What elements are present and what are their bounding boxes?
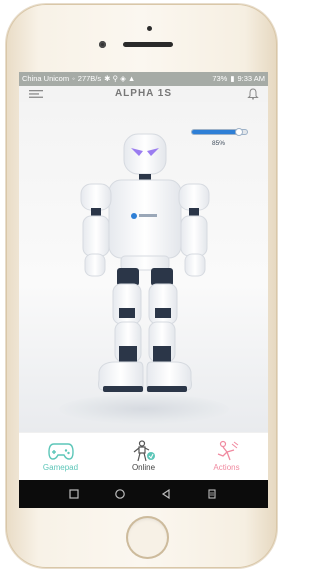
battery-icon: ▮	[230, 74, 235, 83]
nav-gamepad-label: Gamepad	[42, 463, 79, 472]
status-bar: China Unicom ◦ 277B/s ✱ ⚲ ◈ ▲ 73% ▮ 9:33…	[19, 72, 268, 86]
home-button[interactable]	[126, 516, 169, 559]
signal-icon: ◦	[72, 74, 75, 83]
online-robot-icon	[133, 440, 155, 462]
nav-actions[interactable]: Actions	[185, 433, 268, 481]
nav-gamepad[interactable]: Gamepad	[19, 433, 102, 481]
carrier-label: China Unicom	[22, 74, 70, 83]
nav-actions-label: Actions	[213, 463, 240, 472]
page-title: ALPHA 1S	[114, 88, 173, 99]
actions-icon	[217, 440, 238, 461]
robot-battery-percent: 85%	[212, 140, 226, 147]
nav-online-label: Online	[131, 463, 156, 472]
clock: 9:33 AM	[237, 74, 265, 83]
front-sensor-dot	[147, 26, 152, 31]
app-header: ALPHA 1S	[19, 86, 268, 102]
front-camera	[99, 41, 106, 48]
system-nav-bar	[19, 480, 268, 508]
menu-icon[interactable]	[29, 90, 43, 98]
gamepad-icon	[47, 443, 74, 460]
robot-view: 85%	[19, 102, 268, 432]
robot-image[interactable]	[55, 128, 235, 418]
bottom-nav: Gamepad Online Actions	[19, 432, 268, 481]
battery-percent-status: 73%	[212, 74, 228, 83]
back-triangle-icon[interactable]	[160, 488, 172, 500]
earpiece-speaker	[123, 42, 173, 47]
circle-icon[interactable]	[114, 488, 126, 500]
bell-icon[interactable]	[247, 88, 259, 100]
network-speed: 277B/s	[77, 74, 102, 83]
square-icon[interactable]	[68, 488, 80, 500]
menu-icon[interactable]	[206, 488, 218, 500]
app-screen: China Unicom ◦ 277B/s ✱ ⚲ ◈ ▲ 73% ▮ 9:33…	[19, 72, 268, 508]
nav-online[interactable]: Online	[102, 433, 185, 481]
status-icons: ✱ ⚲ ◈ ▲	[104, 74, 136, 83]
robot-battery-fill	[192, 130, 239, 134]
